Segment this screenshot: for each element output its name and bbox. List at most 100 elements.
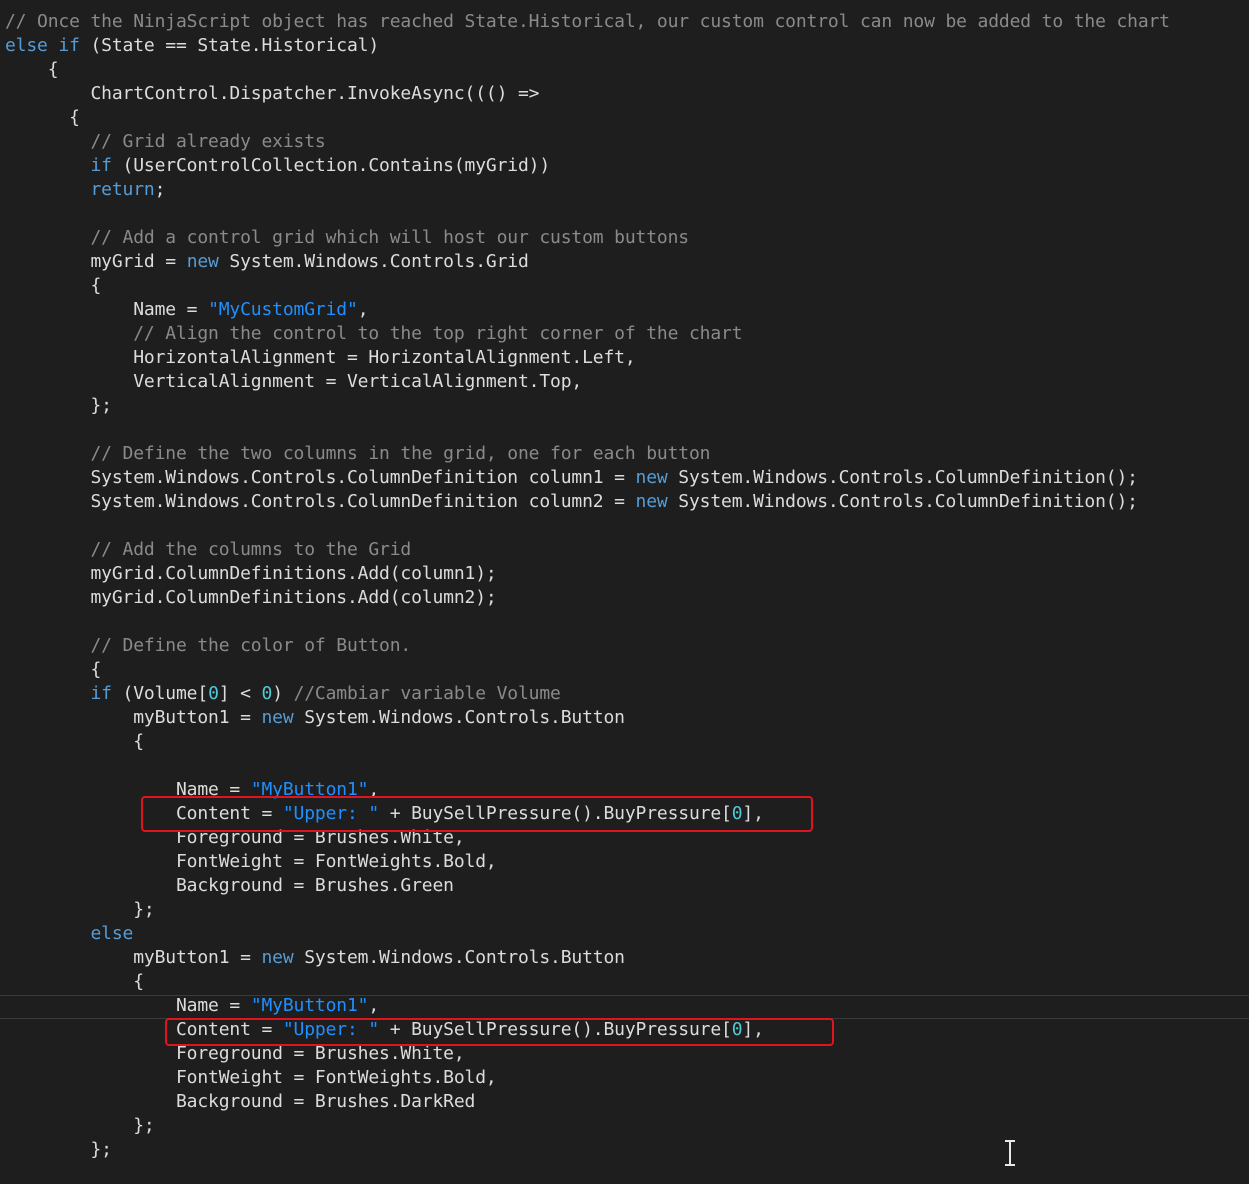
code-token-plain: FontWeight = FontWeights.Bold, bbox=[5, 1067, 497, 1088]
code-line: Content = "Upper: " + BuySellPressure().… bbox=[5, 802, 764, 826]
code-line: Foreground = Brushes.White, bbox=[5, 826, 465, 850]
code-line: HorizontalAlignment = HorizontalAlignmen… bbox=[5, 346, 636, 370]
code-token-plain: + BuySellPressure().BuyPressure[ bbox=[379, 803, 732, 824]
code-line: }; bbox=[5, 1138, 112, 1162]
code-token-comment: // Grid already exists bbox=[90, 131, 326, 152]
code-line: if (UserControlCollection.Contains(myGri… bbox=[5, 154, 551, 178]
code-token-string: "MyButton1" bbox=[250, 995, 369, 1016]
code-token-plain: Background = Brushes.DarkRed bbox=[5, 1091, 476, 1112]
code-line: myGrid = new System.Windows.Controls.Gri… bbox=[5, 250, 529, 274]
code-token-plain: myButton1 = bbox=[5, 947, 262, 968]
code-line: Name = "MyCustomGrid", bbox=[5, 298, 368, 322]
code-token-plain: { bbox=[5, 107, 80, 128]
code-token-comment: // Define the color of Button. bbox=[90, 635, 412, 656]
code-token-keyword: new bbox=[186, 251, 219, 272]
code-line: // Grid already exists bbox=[5, 130, 326, 154]
code-editor[interactable]: // Once the NinjaScript object has reach… bbox=[0, 0, 1249, 1184]
code-token-string: "MyButton1" bbox=[250, 779, 369, 800]
code-line: { bbox=[5, 970, 144, 994]
code-line: System.Windows.Controls.ColumnDefinition… bbox=[5, 466, 1137, 490]
text-cursor-ibeam-icon bbox=[1005, 1140, 1015, 1166]
code-token-plain: , bbox=[357, 299, 369, 320]
code-line: System.Windows.Controls.ColumnDefinition… bbox=[5, 490, 1137, 514]
code-token-plain: VerticalAlignment = VerticalAlignment.To… bbox=[5, 371, 583, 392]
code-line: // Align the control to the top right co… bbox=[5, 322, 742, 346]
code-token-plain: }; bbox=[5, 395, 112, 416]
code-line: ChartControl.Dispatcher.InvokeAsync((() … bbox=[5, 82, 539, 106]
code-line: // Define the two columns in the grid, o… bbox=[5, 442, 711, 466]
code-line: myGrid.ColumnDefinitions.Add(column2); bbox=[5, 586, 497, 610]
code-token-plain: myGrid.ColumnDefinitions.Add(column1); bbox=[5, 563, 497, 584]
code-token-plain: myGrid = bbox=[5, 251, 187, 272]
code-token-plain: , bbox=[368, 995, 380, 1016]
code-line: myButton1 = new System.Windows.Controls.… bbox=[5, 946, 625, 970]
code-token-plain: HorizontalAlignment = HorizontalAlignmen… bbox=[5, 347, 636, 368]
code-line: }; bbox=[5, 1114, 155, 1138]
code-token-keyword: else bbox=[90, 923, 134, 944]
code-token-comment: // Add a control grid which will host ou… bbox=[90, 227, 690, 248]
code-token-plain: myGrid.ColumnDefinitions.Add(column2); bbox=[5, 587, 497, 608]
code-token-plain: System.Windows.Controls.Grid bbox=[218, 251, 529, 272]
code-token-plain: Name = bbox=[5, 995, 251, 1016]
code-line: { bbox=[5, 58, 59, 82]
code-line: { bbox=[5, 730, 144, 754]
code-line: else if (State == State.Historical) bbox=[5, 34, 379, 58]
code-line: else bbox=[5, 922, 134, 946]
code-line: Content = "Upper: " + BuySellPressure().… bbox=[5, 1018, 764, 1042]
code-token-keyword: new bbox=[635, 491, 668, 512]
code-token-plain: Foreground = Brushes.White, bbox=[5, 1043, 465, 1064]
code-token-plain: (State == State.Historical) bbox=[79, 35, 380, 56]
code-token-plain: myButton1 = bbox=[5, 707, 262, 728]
code-token-number: 0 bbox=[731, 1019, 743, 1040]
code-line: { bbox=[5, 274, 101, 298]
code-token-plain: }; bbox=[5, 1115, 155, 1136]
code-token-plain: ] < bbox=[218, 683, 262, 704]
code-token-plain: { bbox=[5, 731, 144, 752]
code-token-comment: // Define the two columns in the grid, o… bbox=[90, 443, 711, 464]
code-line: }; bbox=[5, 394, 112, 418]
code-token-plain: Foreground = Brushes.White, bbox=[5, 827, 465, 848]
code-token-keyword: new bbox=[261, 947, 294, 968]
code-token-plain: + BuySellPressure().BuyPressure[ bbox=[379, 1019, 732, 1040]
code-line: FontWeight = FontWeights.Bold, bbox=[5, 1066, 497, 1090]
code-token-comment: //Cambiar variable Volume bbox=[293, 683, 561, 704]
code-token-plain: Background = Brushes.Green bbox=[5, 875, 454, 896]
code-line: { bbox=[5, 106, 80, 130]
code-token-plain: }; bbox=[5, 1139, 112, 1160]
code-token-plain: Content = bbox=[5, 803, 283, 824]
code-token-plain: ) bbox=[272, 683, 294, 704]
code-token-plain: ; bbox=[154, 179, 166, 200]
code-line: Background = Brushes.DarkRed bbox=[5, 1090, 475, 1114]
code-line: Name = "MyButton1", bbox=[5, 778, 379, 802]
code-line: FontWeight = FontWeights.Bold, bbox=[5, 850, 497, 874]
code-token-string: "Upper: " bbox=[282, 1019, 380, 1040]
code-line: Foreground = Brushes.White, bbox=[5, 1042, 465, 1066]
code-token-keyword: if bbox=[90, 683, 113, 704]
code-line: // Add a control grid which will host ou… bbox=[5, 226, 690, 250]
code-token-keyword: if bbox=[90, 155, 113, 176]
code-token-keyword: new bbox=[261, 707, 294, 728]
code-token-number: 0 bbox=[208, 683, 219, 704]
code-token-comment: // Once the NinjaScript object has reach… bbox=[5, 11, 1170, 32]
code-token-plain: System.Windows.Controls.ColumnDefinition… bbox=[5, 491, 636, 512]
code-token-keyword: else if bbox=[5, 35, 80, 56]
code-line: Background = Brushes.Green bbox=[5, 874, 454, 898]
code-token-plain: { bbox=[5, 275, 102, 296]
code-token-plain: Content = bbox=[5, 1019, 283, 1040]
code-token-plain: { bbox=[5, 659, 102, 680]
code-line: Name = "MyButton1", bbox=[5, 994, 379, 1018]
code-token-plain: Name = bbox=[5, 779, 251, 800]
code-token-keyword: new bbox=[635, 467, 668, 488]
code-line: }; bbox=[5, 898, 155, 922]
code-token-number: 0 bbox=[731, 803, 743, 824]
code-token-plain: (Volume[ bbox=[111, 683, 209, 704]
code-line: // Add the columns to the Grid bbox=[5, 538, 412, 562]
code-line: if (Volume[0] < 0) //Cambiar variable Vo… bbox=[5, 682, 561, 706]
